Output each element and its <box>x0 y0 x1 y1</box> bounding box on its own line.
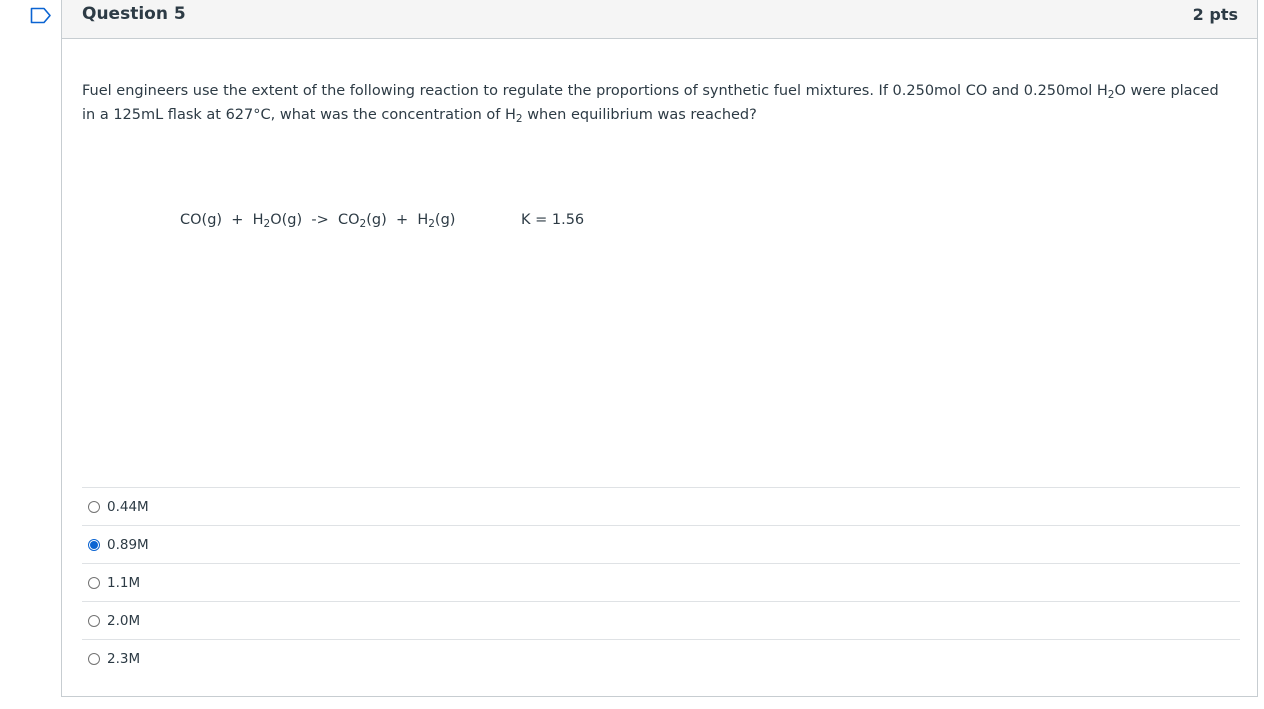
answer-label: 0.44M <box>107 498 149 515</box>
equation-part: (g) <box>434 212 456 228</box>
question-points: 2 pts <box>1192 4 1238 24</box>
quiz-page: Question 5 2 pts Fuel engineers use the … <box>0 0 1264 709</box>
equation-part: (g) + H <box>366 212 429 228</box>
equation-part: CO(g) + H <box>180 212 264 228</box>
radio-button[interactable] <box>88 500 100 513</box>
answer-option[interactable]: 2.0M <box>82 601 1240 639</box>
answer-option[interactable]: 2.3M <box>82 639 1240 677</box>
answer-label: 0.89M <box>107 536 149 553</box>
question-text-part: Fuel engineers use the extent of the fol… <box>82 83 1108 99</box>
radio-button[interactable] <box>88 652 100 665</box>
radio-button[interactable] <box>88 614 100 627</box>
answer-list: 0.44M 0.89M 1.1M 2.0M 2.3M <box>82 487 1240 677</box>
radio-button[interactable] <box>88 576 100 589</box>
question-text: Fuel engineers use the extent of the fol… <box>82 79 1232 127</box>
answer-option[interactable]: 0.44M <box>82 487 1240 525</box>
bookmark-flag-icon[interactable] <box>30 7 52 24</box>
equilibrium-constant: K = 1.56 <box>521 212 585 228</box>
answer-label: 2.3M <box>107 650 141 667</box>
reaction-equation: CO(g) + H2O(g) -> CO2(g) + H2(g) <box>180 212 456 230</box>
answer-label: 2.0M <box>107 612 141 629</box>
equation-part: O(g) -> CO <box>270 212 360 228</box>
question-title: Question 5 <box>82 4 186 24</box>
question-text-part: when equilibrium was reached? <box>522 107 757 123</box>
answer-option[interactable]: 1.1M <box>82 563 1240 601</box>
subscript: 2 <box>428 218 435 230</box>
question-header: Question 5 2 pts <box>62 0 1257 39</box>
radio-button[interactable] <box>88 538 100 551</box>
question-card: Question 5 2 pts Fuel engineers use the … <box>61 0 1258 697</box>
answer-label: 1.1M <box>107 574 141 591</box>
subscript: 2 <box>515 113 523 125</box>
answer-option[interactable]: 0.89M <box>82 525 1240 563</box>
